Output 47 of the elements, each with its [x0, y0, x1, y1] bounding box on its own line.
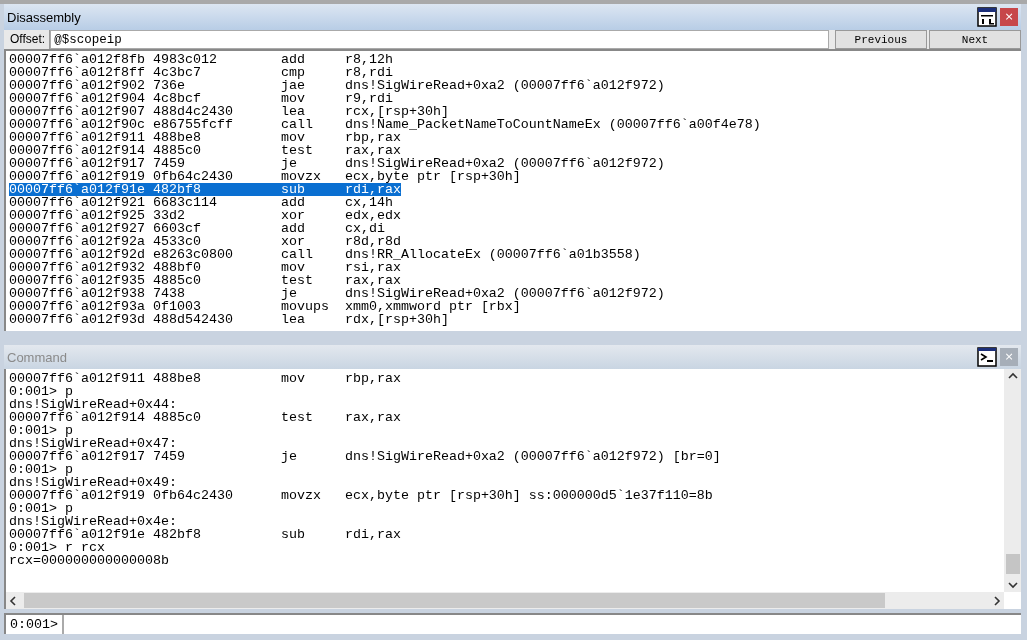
output-line: 00007ff6`a012f919 0fb64c2430 movzx ecx,byte ptr [rsp+30h] ss:000000d5`1e37f110=8b	[9, 489, 713, 502]
window-icon[interactable]	[977, 7, 997, 27]
output-line: 00007ff6`a012f91e 482bf8 sub rdi,rax	[9, 528, 401, 541]
output-line: 0:001> p	[9, 385, 73, 398]
disassembly-line[interactable]: 00007ff6`a012f932 488bf0 mov rsi,rax	[9, 261, 401, 274]
disassembly-line[interactable]: 00007ff6`a012f935 4885c0 test rax,rax	[9, 274, 401, 287]
disassembly-line[interactable]: 00007ff6`a012f92a 4533c0 xor r8d,r8d	[9, 235, 401, 248]
close-button[interactable]: ×	[1000, 8, 1018, 26]
output-line: 00007ff6`a012f911 488be8 mov rbp,rax	[9, 372, 401, 385]
output-line: dns!SigWireRead+0x49:	[9, 476, 177, 489]
offset-field[interactable]: @$scopeip	[50, 30, 829, 49]
disassembly-line[interactable]: 00007ff6`a012f904 4c8bcf mov r9,rdi	[9, 92, 393, 105]
vertical-scrollbar[interactable]	[1004, 369, 1021, 592]
terminal-icon[interactable]	[977, 347, 997, 367]
output-line: dns!SigWireRead+0x44:	[9, 398, 177, 411]
disassembly-line[interactable]: 00007ff6`a012f902 736e jae dns!SigWireRead+0xa2 (00007ff6`a012f972)	[9, 79, 665, 92]
disassembly-line[interactable]: 00007ff6`a012f914 4885c0 test rax,rax	[9, 144, 401, 157]
disassembly-line[interactable]: 00007ff6`a012f93a 0f1003 movups xmm0,xmmword ptr [rbx]	[9, 300, 521, 313]
disassembly-line[interactable]: 00007ff6`a012f911 488be8 mov rbp,rax	[9, 131, 401, 144]
disassembly-line[interactable]: 00007ff6`a012f921 6683c114 add cx,14h	[9, 196, 393, 209]
output-line: 00007ff6`a012f917 7459 je dns!SigWireRead+0xa2 (00007ff6`a012f972) [br=0]	[9, 450, 721, 463]
scroll-thumb[interactable]	[24, 593, 885, 608]
output-line: dns!SigWireRead+0x4e:	[9, 515, 177, 528]
pane-title: Command	[7, 349, 68, 365]
disassembly-line[interactable]: 00007ff6`a012f93d 488d542430 lea rdx,[rsp+30h]	[9, 313, 449, 326]
output-line: 00007ff6`a012f914 4885c0 test rax,rax	[9, 411, 401, 424]
disassembly-line[interactable]: 00007ff6`a012f925 33d2 xor edx,edx	[9, 209, 401, 222]
pane-title: Disassembly	[7, 9, 82, 25]
disassembly-line[interactable]: 00007ff6`a012f8fb 4983c012 add r8,12h	[9, 53, 393, 66]
next-button[interactable]: Next	[929, 30, 1021, 49]
disassembly-line[interactable]: 00007ff6`a012f927 6603cf add cx,di	[9, 222, 385, 235]
output-line: 0:001> p	[9, 502, 73, 515]
output-line: dns!SigWireRead+0x47:	[9, 437, 177, 450]
output-line: 0:001> p	[9, 424, 73, 437]
disassembly-line[interactable]: 00007ff6`a012f907 488d4c2430 lea rcx,[rsp+30h]	[9, 105, 449, 118]
disassembly-line[interactable]: 00007ff6`a012f90c e86755fcff call dns!Name_PacketNameToCountNameEx (00007ff6`a00f4e78)	[9, 118, 761, 131]
output-line: 0:001> p	[9, 463, 73, 476]
horizontal-scrollbar[interactable]	[6, 592, 1004, 609]
disassembly-line[interactable]: 00007ff6`a012f8ff 4c3bc7 cmp r8,rdi	[9, 66, 393, 79]
output-line: rcx=000000000000008b	[9, 554, 169, 567]
disassembly-line[interactable]: 00007ff6`a012f917 7459 je dns!SigWireRead+0xa2 (00007ff6`a012f972)	[9, 157, 665, 170]
output-line: 0:001> r rcx	[9, 541, 105, 554]
disassembly-line[interactable]: 00007ff6`a012f919 0fb64c2430 movzx ecx,byte ptr [rsp+30h]	[9, 170, 521, 183]
scroll-thumb[interactable]	[1005, 554, 1020, 574]
previous-button[interactable]: Previous	[835, 30, 927, 49]
disassembly-line[interactable]: 00007ff6`a012f92d e8263c0800 call dns!RR_AllocateEx (00007ff6`a01b3558)	[9, 248, 641, 261]
disassembly-line[interactable]: 00007ff6`a012f938 7438 je dns!SigWireRead+0xa2 (00007ff6`a012f972)	[9, 287, 665, 300]
